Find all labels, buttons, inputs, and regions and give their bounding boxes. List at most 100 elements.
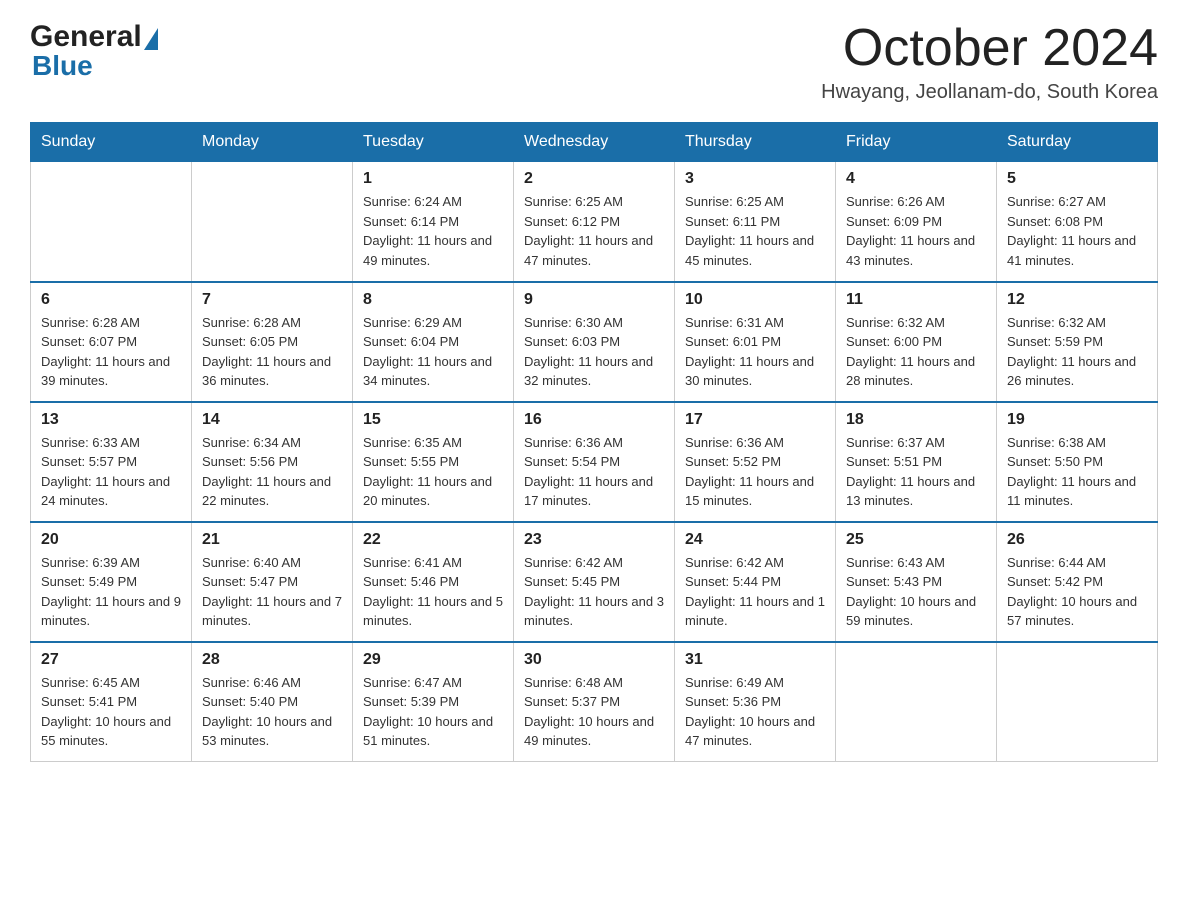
day-number: 19 — [1007, 411, 1147, 429]
day-number: 24 — [685, 531, 825, 549]
day-info: Sunrise: 6:36 AM Sunset: 5:52 PM Dayligh… — [685, 433, 825, 511]
calendar-cell: 20 Sunrise: 6:39 AM Sunset: 5:49 PM Dayli… — [31, 522, 192, 642]
calendar-cell: 5 Sunrise: 6:27 AM Sunset: 6:08 PM Daylig… — [997, 162, 1158, 282]
day-number: 31 — [685, 651, 825, 669]
calendar-cell: 28 Sunrise: 6:46 AM Sunset: 5:40 PM Dayli… — [192, 642, 353, 762]
logo-blue-text: Blue — [30, 52, 93, 80]
calendar-cell — [31, 162, 192, 282]
calendar-cell: 1Sunrise: 6:24 AM Sunset: 6:14 PM Daylig… — [353, 162, 514, 282]
calendar-week-2: 6 Sunrise: 6:28 AM Sunset: 6:07 PM Daylig… — [31, 282, 1158, 402]
day-number: 8 — [363, 291, 503, 309]
day-info: Sunrise: 6:37 AM Sunset: 5:51 PM Dayligh… — [846, 433, 986, 511]
calendar-cell: 16 Sunrise: 6:36 AM Sunset: 5:54 PM Dayli… — [514, 402, 675, 522]
day-info: Sunrise: 6:28 AM Sunset: 6:07 PM Dayligh… — [41, 313, 181, 391]
day-info: Sunrise: 6:32 AM Sunset: 6:00 PM Dayligh… — [846, 313, 986, 391]
day-info: Sunrise: 6:25 AM Sunset: 6:12 PM Dayligh… — [524, 192, 664, 270]
day-info: Sunrise: 6:26 AM Sunset: 6:09 PM Dayligh… — [846, 192, 986, 270]
day-info: Sunrise: 6:41 AM Sunset: 5:46 PM Dayligh… — [363, 553, 503, 631]
day-info: Sunrise: 6:47 AM Sunset: 5:39 PM Dayligh… — [363, 673, 503, 751]
day-info: Sunrise: 6:39 AM Sunset: 5:49 PM Dayligh… — [41, 553, 181, 631]
day-number: 30 — [524, 651, 664, 669]
day-number: 16 — [524, 411, 664, 429]
day-info: Sunrise: 6:32 AM Sunset: 5:59 PM Dayligh… — [1007, 313, 1147, 391]
day-number: 17 — [685, 411, 825, 429]
day-number: 9 — [524, 291, 664, 309]
calendar-cell: 26Sunrise: 6:44 AM Sunset: 5:42 PM Dayli… — [997, 522, 1158, 642]
location-subtitle: Hwayang, Jeollanam-do, South Korea — [821, 81, 1158, 104]
calendar-week-1: 1Sunrise: 6:24 AM Sunset: 6:14 PM Daylig… — [31, 162, 1158, 282]
month-year-title: October 2024 — [821, 20, 1158, 77]
day-number: 18 — [846, 411, 986, 429]
day-info: Sunrise: 6:28 AM Sunset: 6:05 PM Dayligh… — [202, 313, 342, 391]
day-header-sunday: Sunday — [31, 123, 192, 162]
calendar-cell: 24 Sunrise: 6:42 AM Sunset: 5:44 PM Dayli… — [675, 522, 836, 642]
day-info: Sunrise: 6:40 AM Sunset: 5:47 PM Dayligh… — [202, 553, 342, 631]
day-info: Sunrise: 6:48 AM Sunset: 5:37 PM Dayligh… — [524, 673, 664, 751]
calendar-cell — [192, 162, 353, 282]
day-number: 4 — [846, 170, 986, 188]
day-header-saturday: Saturday — [997, 123, 1158, 162]
calendar-cell: 19 Sunrise: 6:38 AM Sunset: 5:50 PM Dayli… — [997, 402, 1158, 522]
calendar-cell: 21 Sunrise: 6:40 AM Sunset: 5:47 PM Dayli… — [192, 522, 353, 642]
calendar-cell: 7Sunrise: 6:28 AM Sunset: 6:05 PM Daylig… — [192, 282, 353, 402]
day-info: Sunrise: 6:25 AM Sunset: 6:11 PM Dayligh… — [685, 192, 825, 270]
logo: General Blue — [30, 20, 158, 80]
calendar-cell: 14Sunrise: 6:34 AM Sunset: 5:56 PM Dayli… — [192, 402, 353, 522]
day-header-wednesday: Wednesday — [514, 123, 675, 162]
calendar-cell: 11 Sunrise: 6:32 AM Sunset: 6:00 PM Dayli… — [836, 282, 997, 402]
day-number: 23 — [524, 531, 664, 549]
day-info: Sunrise: 6:27 AM Sunset: 6:08 PM Dayligh… — [1007, 192, 1147, 270]
day-number: 22 — [363, 531, 503, 549]
day-info: Sunrise: 6:29 AM Sunset: 6:04 PM Dayligh… — [363, 313, 503, 391]
day-number: 10 — [685, 291, 825, 309]
calendar-cell: 3 Sunrise: 6:25 AM Sunset: 6:11 PM Daylig… — [675, 162, 836, 282]
calendar-cell: 30 Sunrise: 6:48 AM Sunset: 5:37 PM Dayli… — [514, 642, 675, 762]
day-number: 12 — [1007, 291, 1147, 309]
day-info: Sunrise: 6:42 AM Sunset: 5:44 PM Dayligh… — [685, 553, 825, 631]
day-info: Sunrise: 6:42 AM Sunset: 5:45 PM Dayligh… — [524, 553, 664, 631]
calendar-cell: 8 Sunrise: 6:29 AM Sunset: 6:04 PM Daylig… — [353, 282, 514, 402]
day-number: 29 — [363, 651, 503, 669]
day-number: 27 — [41, 651, 181, 669]
page-header: General Blue October 2024 Hwayang, Jeoll… — [30, 20, 1158, 104]
day-info: Sunrise: 6:46 AM Sunset: 5:40 PM Dayligh… — [202, 673, 342, 751]
calendar-cell — [997, 642, 1158, 762]
calendar-cell: 4 Sunrise: 6:26 AM Sunset: 6:09 PM Daylig… — [836, 162, 997, 282]
calendar-cell: 15Sunrise: 6:35 AM Sunset: 5:55 PM Dayli… — [353, 402, 514, 522]
calendar-header-row: SundayMondayTuesdayWednesdayThursdayFrid… — [31, 123, 1158, 162]
day-number: 3 — [685, 170, 825, 188]
calendar-cell: 23 Sunrise: 6:42 AM Sunset: 5:45 PM Dayli… — [514, 522, 675, 642]
calendar-cell: 17 Sunrise: 6:36 AM Sunset: 5:52 PM Dayli… — [675, 402, 836, 522]
calendar-cell: 13Sunrise: 6:33 AM Sunset: 5:57 PM Dayli… — [31, 402, 192, 522]
day-info: Sunrise: 6:38 AM Sunset: 5:50 PM Dayligh… — [1007, 433, 1147, 511]
day-info: Sunrise: 6:33 AM Sunset: 5:57 PM Dayligh… — [41, 433, 181, 511]
calendar-cell: 12 Sunrise: 6:32 AM Sunset: 5:59 PM Dayli… — [997, 282, 1158, 402]
day-number: 5 — [1007, 170, 1147, 188]
day-number: 28 — [202, 651, 342, 669]
day-number: 21 — [202, 531, 342, 549]
calendar-cell: 27 Sunrise: 6:45 AM Sunset: 5:41 PM Dayli… — [31, 642, 192, 762]
day-header-monday: Monday — [192, 123, 353, 162]
calendar-cell — [836, 642, 997, 762]
day-info: Sunrise: 6:43 AM Sunset: 5:43 PM Dayligh… — [846, 553, 986, 631]
day-number: 6 — [41, 291, 181, 309]
calendar-cell: 22 Sunrise: 6:41 AM Sunset: 5:46 PM Dayli… — [353, 522, 514, 642]
calendar-table: SundayMondayTuesdayWednesdayThursdayFrid… — [30, 122, 1158, 762]
logo-general-text: General — [30, 20, 142, 54]
day-number: 20 — [41, 531, 181, 549]
title-section: October 2024 Hwayang, Jeollanam-do, Sout… — [821, 20, 1158, 104]
calendar-week-4: 20 Sunrise: 6:39 AM Sunset: 5:49 PM Dayli… — [31, 522, 1158, 642]
day-info: Sunrise: 6:36 AM Sunset: 5:54 PM Dayligh… — [524, 433, 664, 511]
day-info: Sunrise: 6:34 AM Sunset: 5:56 PM Dayligh… — [202, 433, 342, 511]
day-info: Sunrise: 6:45 AM Sunset: 5:41 PM Dayligh… — [41, 673, 181, 751]
day-number: 2 — [524, 170, 664, 188]
day-info: Sunrise: 6:24 AM Sunset: 6:14 PM Dayligh… — [363, 192, 503, 270]
logo-triangle-icon — [144, 28, 158, 50]
day-number: 25 — [846, 531, 986, 549]
calendar-cell: 10Sunrise: 6:31 AM Sunset: 6:01 PM Dayli… — [675, 282, 836, 402]
calendar-cell: 29 Sunrise: 6:47 AM Sunset: 5:39 PM Dayli… — [353, 642, 514, 762]
day-number: 11 — [846, 291, 986, 309]
day-info: Sunrise: 6:49 AM Sunset: 5:36 PM Dayligh… — [685, 673, 825, 751]
calendar-cell: 2 Sunrise: 6:25 AM Sunset: 6:12 PM Daylig… — [514, 162, 675, 282]
calendar-week-3: 13Sunrise: 6:33 AM Sunset: 5:57 PM Dayli… — [31, 402, 1158, 522]
